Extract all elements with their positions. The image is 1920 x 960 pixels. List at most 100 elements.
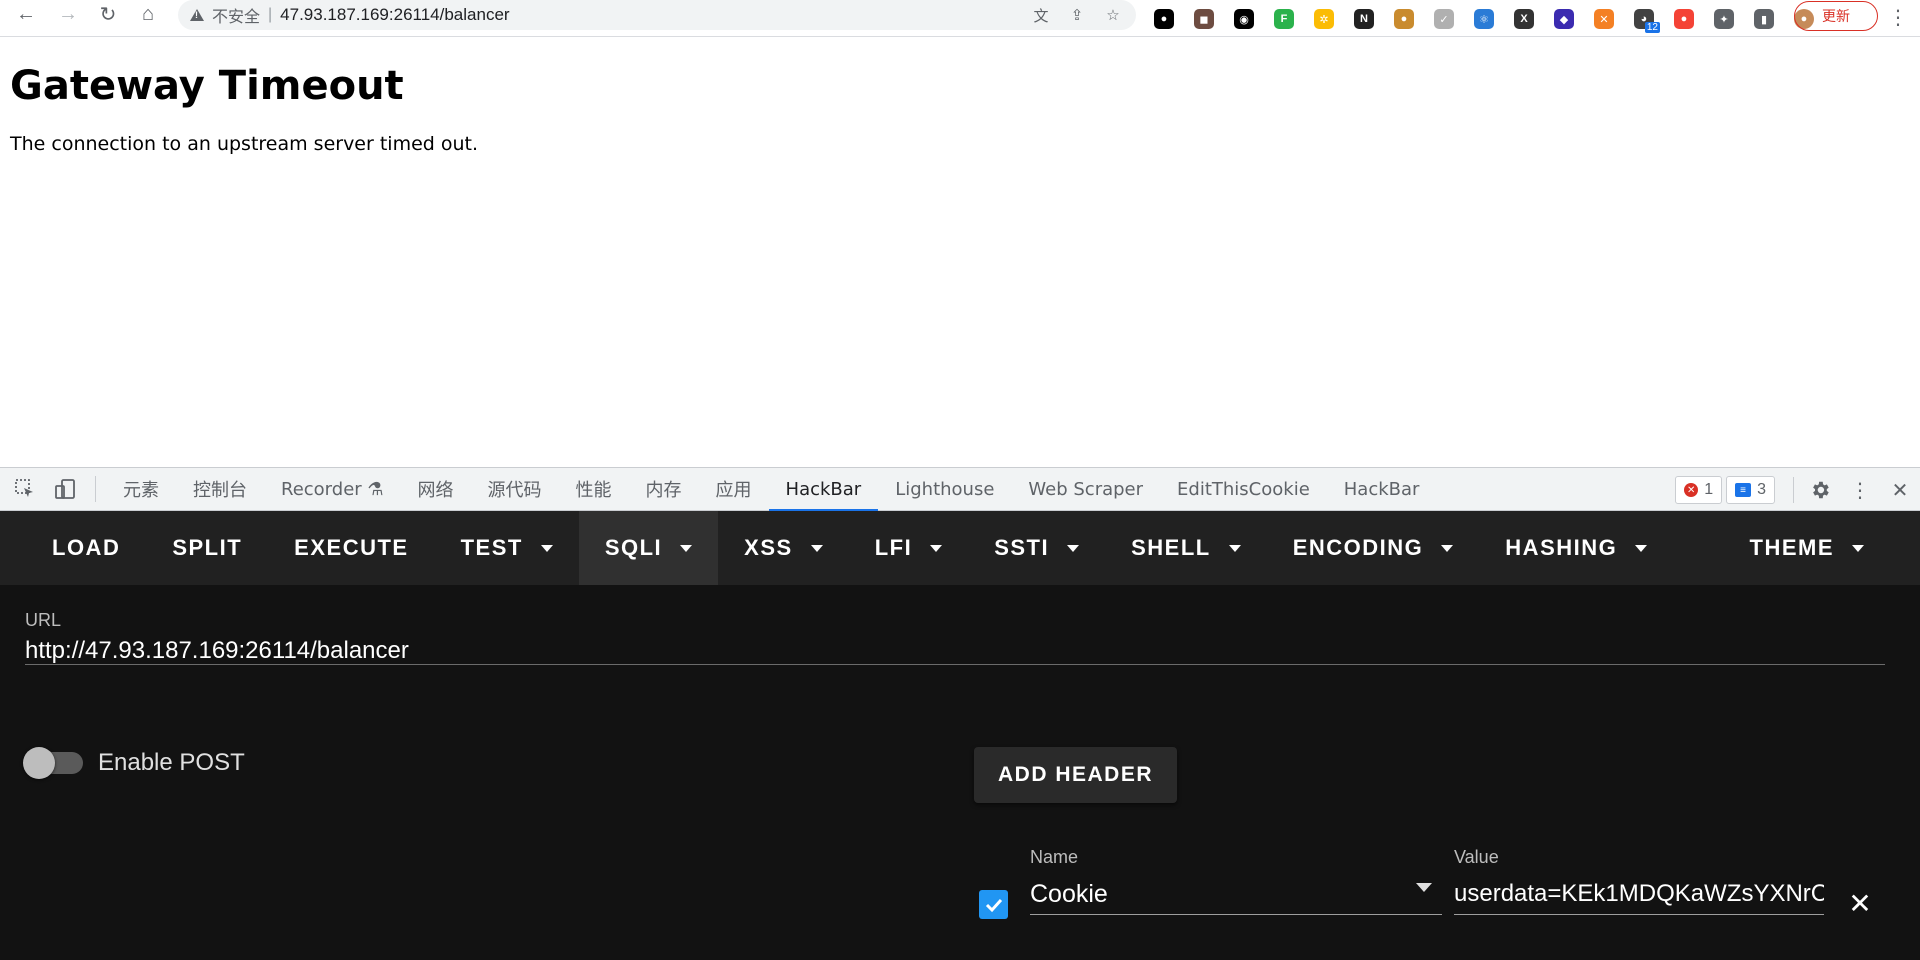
avatar-ext-icon-glyph: ◼ <box>1194 9 1214 29</box>
update-button[interactable]: 更新 <box>1794 1 1878 31</box>
error-count-badge[interactable]: ✕ 1 <box>1675 476 1723 504</box>
devtools-tab[interactable]: EditThisCookie <box>1160 467 1327 511</box>
devtools-tab[interactable]: Lighthouse <box>878 467 1011 511</box>
puzzle-icon[interactable]: ✦ <box>1708 3 1740 35</box>
toggle-track[interactable] <box>23 747 83 779</box>
hackbar-test-button[interactable]: TEST <box>435 511 579 585</box>
remove-header-icon[interactable]: ✕ <box>1842 885 1878 921</box>
devtools-menu-icon[interactable]: ⋮ <box>1840 470 1880 510</box>
devtools-tab[interactable]: 控制台 <box>176 467 264 511</box>
pinwheel-icon[interactable]: ✲ <box>1308 3 1340 35</box>
hackbar-xss-button[interactable]: XSS <box>718 511 849 585</box>
reload-icon[interactable]: ↻ <box>90 0 126 28</box>
devtools-tab[interactable]: 网络 <box>401 467 471 511</box>
dropdown-caret-icon <box>1441 544 1454 552</box>
devtools-tab[interactable]: 元素 <box>106 467 176 511</box>
atom-icon[interactable]: ⚛ <box>1468 3 1500 35</box>
browser-menu-icon[interactable]: ⋮ <box>1884 3 1912 31</box>
notion-icon[interactable]: N <box>1348 3 1380 35</box>
feedly-icon[interactable]: F <box>1268 3 1300 35</box>
header-name-field[interactable]: Name Cookie <box>1030 847 1442 915</box>
bookmark-star-icon[interactable]: ☆ <box>1102 4 1124 26</box>
devtools-tab[interactable]: 内存 <box>629 467 699 511</box>
page-title: Gateway Timeout <box>10 63 404 109</box>
circle-ext-icon[interactable]: ● <box>1148 3 1180 35</box>
devtools-tab[interactable]: HackBar <box>1327 467 1437 511</box>
header-name-input[interactable]: Cookie <box>1030 880 1442 909</box>
hackbar-lfi-button[interactable]: LFI <box>849 511 969 585</box>
inspect-element-icon[interactable] <box>5 469 45 509</box>
devtools-tab[interactable]: Web Scraper <box>1011 467 1160 511</box>
message-count-badge[interactable]: ≡ 3 <box>1726 476 1775 504</box>
atom-icon-glyph: ⚛ <box>1474 9 1494 29</box>
home-icon[interactable]: ⌂ <box>130 0 166 28</box>
message-count: 3 <box>1757 481 1766 498</box>
spy-ext-icon[interactable]: ◕ 12 <box>1628 3 1660 35</box>
check-icon[interactable]: ✓ <box>1428 3 1460 35</box>
address-bar[interactable]: 不安全 | 47.93.187.169:26114/balancer 文 ⇪ ☆ <box>178 0 1136 30</box>
header-row: Name Cookie Value userdata=KEk1MDQKaWZsY… <box>974 847 1904 947</box>
devtools-tab[interactable]: Recorder ⚗ <box>264 467 401 511</box>
device-toolbar-icon[interactable] <box>45 469 85 509</box>
hackbar-button-label: SQLI <box>604 535 663 560</box>
header-name-dropdown-icon[interactable] <box>1416 883 1432 892</box>
hackbar-shell-button[interactable]: SHELL <box>1105 511 1267 585</box>
hackbar-button-label: THEME <box>1749 535 1834 560</box>
hackbar-button-label: SPLIT <box>172 535 243 560</box>
url-input[interactable]: http://47.93.187.169:26114/balancer <box>25 637 1885 665</box>
hackbar-hashing-button[interactable]: HASHING <box>1479 511 1673 585</box>
tampermonkey-icon[interactable]: ◉ <box>1228 3 1260 35</box>
add-header-button[interactable]: ADD HEADER <box>974 747 1177 803</box>
tabbar-divider-right <box>1793 477 1794 503</box>
page-content: Gateway Timeout The connection to an ups… <box>0 37 1920 467</box>
pinwheel-icon-glyph: ✲ <box>1314 9 1334 29</box>
dropdown-caret-icon <box>1635 544 1648 552</box>
url-field[interactable]: URL http://47.93.187.169:26114/balancer <box>25 610 1885 665</box>
devtools-tab[interactable]: 应用 <box>699 467 769 511</box>
share-icon[interactable]: ⇪ <box>1066 4 1088 26</box>
toggle-knob[interactable] <box>23 747 55 779</box>
forward-icon[interactable]: → <box>50 0 86 28</box>
avatar-ext-icon[interactable]: ◼ <box>1188 3 1220 35</box>
wappalyzer-icon[interactable]: ◆ <box>1548 3 1580 35</box>
settings-gear-icon[interactable] <box>1800 470 1840 510</box>
header-value-input[interactable]: userdata=KEk1MDQKaWZsYXNrC <box>1454 880 1824 908</box>
hackbar-panel: URL http://47.93.187.169:26114/balancer … <box>0 585 1920 960</box>
enable-post-toggle[interactable]: Enable POST <box>23 747 245 779</box>
cookie-icon[interactable]: ● <box>1388 3 1420 35</box>
hackbar-ssti-button[interactable]: SSTI <box>968 511 1105 585</box>
x-ext-icon[interactable]: X <box>1508 3 1540 35</box>
hackbar-encoding-button[interactable]: ENCODING <box>1267 511 1480 585</box>
devtools-tabbar: 元素 控制台 Recorder ⚗ 网络 源代码 性能 内存 应用 HackBar Lightho… <box>0 467 1920 511</box>
cookie-icon-glyph: ● <box>1394 9 1414 29</box>
browser-toolbar: ← → ↻ ⌂ 不安全 | 47.93.187.169:26114/balanc… <box>0 0 1920 37</box>
enable-post-label: Enable POST <box>98 749 245 776</box>
hackbar-load-button[interactable]: LOAD <box>26 511 146 585</box>
devtools-tab[interactable]: 源代码 <box>471 467 559 511</box>
header-value-field[interactable]: Value userdata=KEk1MDQKaWZsYXNrC <box>1454 847 1824 915</box>
header-value-label: Value <box>1454 847 1499 867</box>
sidebar-icon[interactable]: ▮ <box>1748 3 1780 35</box>
hackbar-button-label: TEST <box>460 535 523 560</box>
address-separator: | <box>268 6 273 23</box>
back-icon[interactable]: ← <box>8 0 44 28</box>
address-text[interactable]: 47.93.187.169:26114/balancer <box>280 5 509 25</box>
hackbar-theme-button[interactable]: THEME <box>1724 511 1891 585</box>
close-devtools-icon[interactable]: ✕ <box>1880 470 1920 510</box>
devtools-tab[interactable]: HackBar <box>768 467 879 511</box>
header-enabled-checkbox[interactable] <box>979 890 1008 919</box>
dropdown-caret-icon <box>1852 544 1864 552</box>
translate-icon[interactable]: 文 <box>1030 4 1052 26</box>
hackbar-execute-button[interactable]: EXECUTE <box>268 511 434 585</box>
hackbar-button-label: XSS <box>744 535 793 560</box>
devtools-tab[interactable]: 性能 <box>559 467 629 511</box>
feedly-icon-glyph: F <box>1274 9 1294 29</box>
hackbar-split-button[interactable]: SPLIT <box>146 511 268 585</box>
red-ext-icon[interactable]: ● <box>1668 3 1700 35</box>
devtools-tab-list: 元素 控制台 Recorder ⚗ 网络 源代码 性能 内存 应用 HackBar Lightho… <box>106 467 1436 511</box>
hackbar-sqli-button[interactable]: SQLI <box>578 511 719 585</box>
header-name-label: Name <box>1030 847 1079 867</box>
extension-badge: 12 <box>1644 22 1660 33</box>
hackbar-button-label: SHELL <box>1131 535 1211 560</box>
orange-ext-icon[interactable]: ✕ <box>1588 3 1620 35</box>
